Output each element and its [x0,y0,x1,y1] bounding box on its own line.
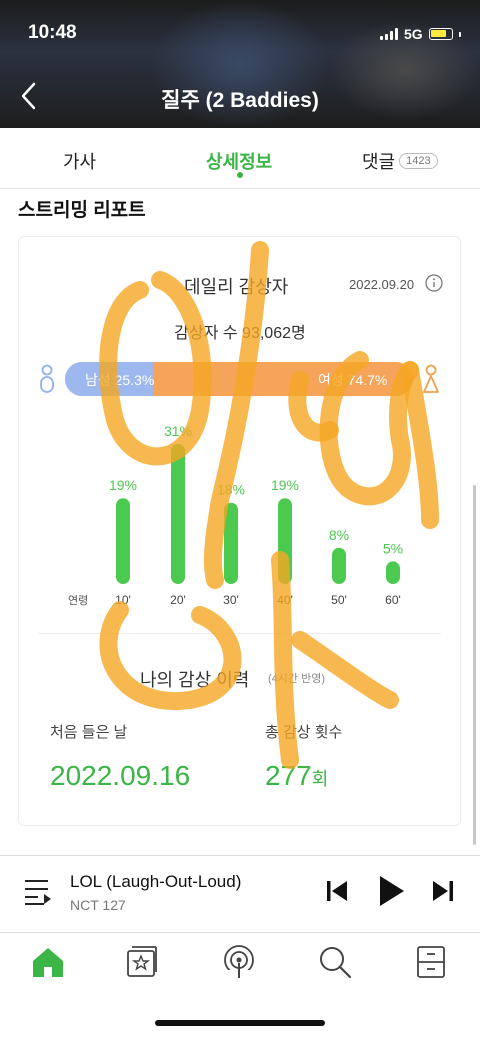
history-title: 나의 감상 이력 [140,670,250,690]
female-ratio-label: 여성 74.7% [318,372,388,388]
male-ratio-label: 남성 25.3% [85,372,155,388]
active-tab-indicator [237,172,243,178]
listen-count-unit: 회 [311,769,329,789]
divider [38,633,441,634]
age-bar-value-label: 8% [329,527,349,543]
listen-count-label: 총 감상 횟수 [265,724,343,741]
age-bar-chart: 연령 19% 10' 31% 20' 18% 30' 19% 40' 8% 50' 5% 60' [68,423,403,607]
mini-player[interactable] [0,855,480,933]
home-indicator [155,1020,325,1026]
status-indicators: 5G [380,26,461,42]
playlist-star-icon[interactable] [124,944,160,980]
first-listen-label: 처음 들은 날 [50,724,128,741]
report-date: 2022.09.20 [349,277,415,292]
age-bar [224,502,238,584]
drawer-icon[interactable] [413,944,449,980]
play-icon[interactable] [376,874,406,908]
status-time: 10:48 [28,22,77,43]
first-listen-date: 2022.09.16 [50,760,191,791]
age-bar-value-label: 19% [109,477,137,493]
previous-track-icon[interactable] [324,878,350,904]
age-bar-value-label: 5% [383,540,403,556]
page-title: 질주 (2 Baddies) [161,89,319,112]
signal-icon [380,28,398,40]
age-bar [278,498,292,584]
age-bar [332,547,346,584]
daily-listeners-title: 데일리 감상자 [184,277,289,297]
network-label: 5G [404,26,423,42]
section-title: 스트리밍 리포트 [18,200,146,221]
listen-count-value: 277회 [265,760,328,792]
male-icon [40,364,54,393]
playlist-icon[interactable] [24,876,52,906]
age-bar [116,498,130,584]
age-tick-label: 50' [331,593,347,607]
age-bar [386,561,400,584]
battery-icon [428,28,453,40]
female-icon [423,364,439,393]
age-tick-label: 10' [115,593,131,607]
tab-details[interactable]: 상세정보 [206,148,272,174]
age-tick-label: 30' [223,593,239,607]
podcast-icon[interactable] [221,944,257,980]
artist-name[interactable]: NCT 127 [70,897,126,913]
tab-comments-label: 댓글 [362,152,396,172]
detail-tabs: 가사 상세정보 댓글 1423 [0,128,480,189]
info-icon[interactable] [425,274,443,292]
age-bar-value-label: 31% [164,423,192,439]
next-track-icon[interactable] [430,878,456,904]
age-tick-label: 60' [385,593,401,607]
home-icon[interactable] [30,944,66,980]
tab-lyrics[interactable]: 가사 [63,148,96,174]
comment-count-badge: 1423 [399,153,438,170]
x-axis-label: 연령 [68,594,88,607]
age-bar-value-label: 18% [217,482,245,498]
search-icon[interactable] [317,944,353,980]
history-note: (4시간 반영) [268,673,325,685]
scrollbar[interactable] [473,485,476,845]
age-tick-label: 40' [277,593,293,607]
age-bar-value-label: 19% [271,477,299,493]
age-bar [171,444,185,584]
age-tick-label: 20' [170,593,186,607]
listen-count-number: 277 [265,760,312,791]
listener-count: 감상자 수 93,062명 [174,325,306,342]
tab-comments[interactable]: 댓글 1423 [362,148,438,174]
song-title[interactable]: LOL (Laugh-Out-Loud) [70,872,241,892]
